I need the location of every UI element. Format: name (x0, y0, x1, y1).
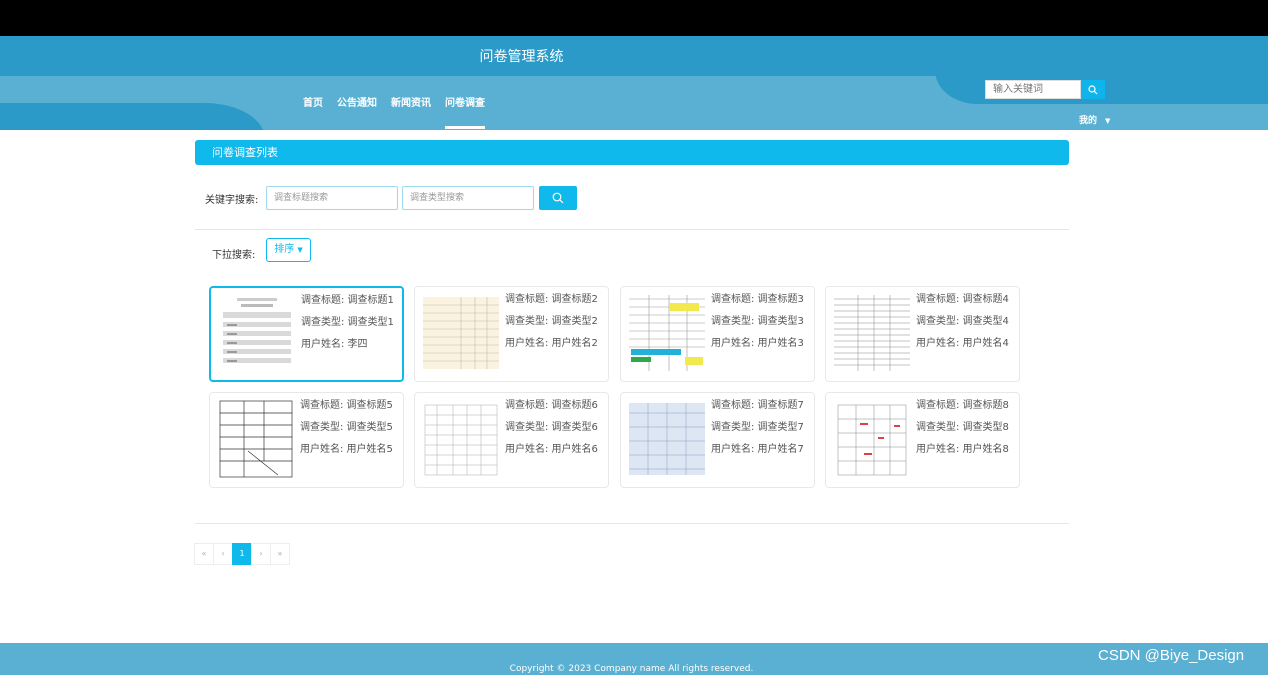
card-text: 调查标题: 调查标题8 调查类型: 调查类型8 用户姓名: 用户姓名8 (916, 398, 1009, 464)
survey-thumbnail (629, 399, 705, 479)
sort-label: 排序 (274, 244, 295, 255)
card-user: 用户姓名: 用户姓名8 (916, 444, 1009, 455)
caret-down-icon: ▼ (1105, 117, 1111, 125)
keyword-search-button[interactable] (539, 186, 577, 210)
survey-card[interactable]: 调查标题: 调查标题8 调查类型: 调查类型8 用户姓名: 用户姓名8 (825, 392, 1020, 488)
card-text: 调查标题: 调查标题2 调查类型: 调查类型2 用户姓名: 用户姓名2 (505, 292, 598, 358)
card-type: 调查类型: 调查类型4 (916, 316, 1009, 327)
caret-down-icon: ▼ (297, 246, 303, 254)
survey-card[interactable]: 调查标题: 调查标题5 调查类型: 调查类型5 用户姓名: 用户姓名5 (209, 392, 404, 488)
card-type: 调查类型: 调查类型6 (505, 422, 598, 433)
card-type: 调查类型: 调查类型7 (711, 422, 804, 433)
main-nav: 首页 公告通知 新闻资讯 问卷调查 (296, 96, 492, 129)
card-user: 用户姓名: 用户姓名5 (300, 444, 393, 455)
nav-notices[interactable]: 公告通知 (330, 96, 384, 129)
survey-card[interactable]: 调查标题: 调查标题2 调查类型: 调查类型2 用户姓名: 用户姓名2 (414, 286, 609, 382)
card-type: 调查类型: 调查类型3 (711, 316, 804, 327)
survey-thumbnail (423, 399, 499, 479)
card-user: 用户姓名: 用户姓名3 (711, 338, 804, 349)
card-user: 用户姓名: 用户姓名6 (505, 444, 598, 455)
survey-thumbnail (218, 399, 294, 479)
card-title: 调查标题: 调查标题7 (711, 400, 804, 411)
card-title: 调查标题: 调查标题8 (916, 400, 1009, 411)
card-title: 调查标题: 调查标题2 (505, 294, 598, 305)
card-title: 调查标题: 调查标题4 (916, 294, 1009, 305)
card-text: 调查标题: 调查标题4 调查类型: 调查类型4 用户姓名: 用户姓名4 (916, 292, 1009, 358)
nav-home[interactable]: 首页 (296, 96, 330, 129)
site-header: 问卷管理系统 首页 公告通知 新闻资讯 问卷调查 我的 ▼ (0, 36, 1268, 130)
copyright-text: Copyright © 2023 Company name All rights… (509, 664, 754, 674)
site-footer: Copyright © 2023 Company name All rights… (0, 643, 1268, 675)
my-menu-label: 我的 (1079, 116, 1098, 126)
title-search-input[interactable]: 调查标题搜索 (266, 186, 398, 210)
first-page-button[interactable]: « (194, 543, 214, 565)
sort-dropdown[interactable]: 排序 ▼ (266, 238, 311, 262)
last-page-button[interactable]: » (270, 543, 290, 565)
card-type: 调查类型: 调查类型2 (505, 316, 598, 327)
header-search-input[interactable] (985, 80, 1081, 99)
card-text: 调查标题: 调查标题6 调查类型: 调查类型6 用户姓名: 用户姓名6 (505, 398, 598, 464)
watermark: CSDN @Biye_Design (1098, 647, 1245, 664)
survey-card[interactable]: 调查标题: 调查标题7 调查类型: 调查类型7 用户姓名: 用户姓名7 (620, 392, 815, 488)
survey-thumbnail (629, 293, 705, 373)
card-user: 用户姓名: 李四 (301, 339, 368, 350)
survey-thumbnail (834, 293, 910, 373)
card-type: 调查类型: 调查类型8 (916, 422, 1009, 433)
header-search (985, 80, 1105, 99)
search-icon (552, 192, 564, 204)
dropdown-label: 下拉搜索: (212, 250, 256, 261)
top-black-bar (0, 0, 1268, 36)
divider (195, 523, 1069, 524)
card-type: 调查类型: 调查类型1 (301, 317, 394, 328)
survey-card[interactable]: 调查标题: 调查标题6 调查类型: 调查类型6 用户姓名: 用户姓名6 (414, 392, 609, 488)
nav-news[interactable]: 新闻资讯 (384, 96, 438, 129)
header-search-button[interactable] (1081, 80, 1105, 99)
survey-thumbnail (834, 399, 910, 479)
survey-thumbnail (423, 293, 499, 373)
header-wave-left (0, 103, 265, 130)
card-title: 调查标题: 调查标题3 (711, 294, 804, 305)
survey-thumbnail (219, 294, 295, 374)
card-text: 调查标题: 调查标题5 调查类型: 调查类型5 用户姓名: 用户姓名5 (300, 398, 393, 464)
panel-title: 问卷调查列表 (195, 140, 1069, 165)
card-text: 调查标题: 调查标题3 调查类型: 调查类型3 用户姓名: 用户姓名3 (711, 292, 804, 358)
my-menu[interactable]: 我的 ▼ (1079, 113, 1110, 126)
card-title: 调查标题: 调查标题5 (300, 400, 393, 411)
prev-page-button[interactable]: ‹ (213, 543, 233, 565)
page-1-button[interactable]: 1 (232, 543, 252, 565)
search-icon (1088, 84, 1098, 94)
card-user: 用户姓名: 用户姓名7 (711, 444, 804, 455)
nav-survey[interactable]: 问卷调查 (438, 96, 492, 129)
card-title: 调查标题: 调查标题1 (301, 295, 394, 306)
next-page-button[interactable]: › (251, 543, 271, 565)
card-text: 调查标题: 调查标题1 调查类型: 调查类型1 用户姓名: 李四 (301, 293, 394, 359)
survey-card[interactable]: 调查标题: 调查标题1 调查类型: 调查类型1 用户姓名: 李四 (209, 286, 404, 382)
keyword-label: 关键字搜索: (205, 195, 259, 206)
survey-card[interactable]: 调查标题: 调查标题3 调查类型: 调查类型3 用户姓名: 用户姓名3 (620, 286, 815, 382)
site-title: 问卷管理系统 (479, 49, 564, 65)
type-search-input[interactable]: 调查类型搜索 (402, 186, 534, 210)
card-user: 用户姓名: 用户姓名2 (505, 338, 598, 349)
survey-card[interactable]: 调查标题: 调查标题4 调查类型: 调查类型4 用户姓名: 用户姓名4 (825, 286, 1020, 382)
divider (195, 229, 1069, 230)
card-title: 调查标题: 调查标题6 (505, 400, 598, 411)
pagination: « ‹ 1 › » (194, 543, 290, 565)
card-type: 调查类型: 调查类型5 (300, 422, 393, 433)
card-text: 调查标题: 调查标题7 调查类型: 调查类型7 用户姓名: 用户姓名7 (711, 398, 804, 464)
card-user: 用户姓名: 用户姓名4 (916, 338, 1009, 349)
